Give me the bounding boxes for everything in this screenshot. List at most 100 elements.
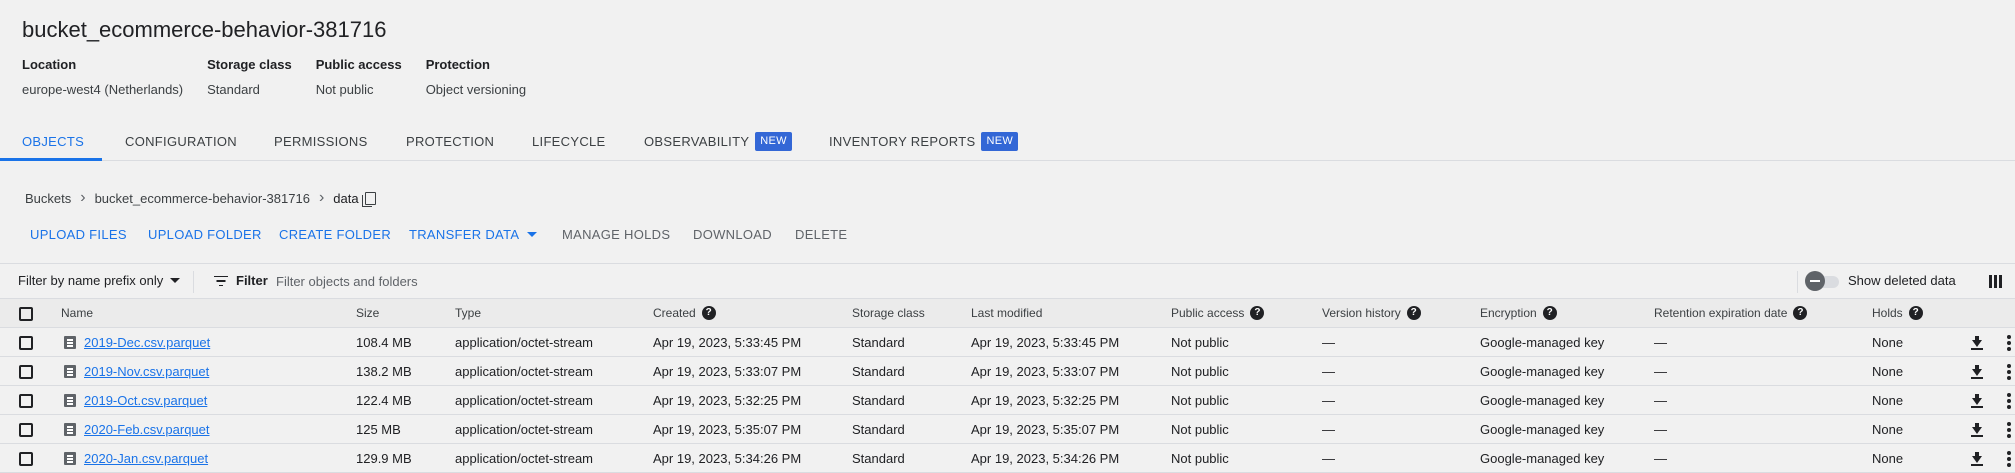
tab-configuration[interactable]: CONFIGURATION (125, 128, 237, 161)
row-checkbox[interactable] (19, 365, 33, 379)
filter-button[interactable]: Filter (214, 272, 268, 290)
manage-holds-button[interactable]: MANAGE HOLDS (562, 225, 670, 245)
table-row[interactable]: 2020-Feb.csv.parquet 125 MB application/oc… (0, 415, 2015, 444)
help-icon[interactable]: ? (1250, 305, 1265, 320)
row-checkbox[interactable] (19, 423, 33, 437)
file-icon (64, 365, 76, 378)
more-vert-icon[interactable] (2007, 364, 2011, 380)
create-folder-button[interactable]: CREATE FOLDER (279, 225, 391, 245)
help-icon[interactable]: ? (701, 305, 716, 320)
table-row[interactable]: 2019-Nov.csv.parquet 138.2 MB application/… (0, 357, 2015, 386)
more-vert-icon[interactable] (2007, 422, 2011, 438)
more-vert-icon[interactable] (2007, 393, 2011, 409)
cell-version-history: — (1322, 393, 1335, 408)
object-name-link[interactable]: 2019-Nov.csv.parquet (84, 364, 209, 379)
cell-last-modified: Apr 19, 2023, 5:34:26 PM (971, 451, 1120, 466)
breadcrumb-buckets[interactable]: Buckets (25, 191, 71, 206)
cell-storage-class: Standard (852, 335, 905, 350)
tab-lifecycle[interactable]: LIFECYCLE (532, 128, 606, 161)
tab-label: LIFECYCLE (532, 134, 606, 149)
transfer-data-button[interactable]: TRANSFER DATA (409, 225, 538, 245)
col-encryption[interactable]: Encryption? (1480, 299, 1557, 328)
chevron-right-icon: › (80, 189, 86, 206)
download-icon[interactable] (1970, 336, 1984, 350)
tab-observability[interactable]: OBSERVABILITY NEW (644, 128, 792, 161)
file-icon (64, 423, 76, 436)
col-last-modified[interactable]: Last modified (971, 299, 1042, 328)
col-retention[interactable]: Retention expiration date? (1654, 299, 1808, 328)
active-tab-indicator (0, 158, 102, 161)
download-icon[interactable] (1970, 394, 1984, 408)
more-vert-icon[interactable] (2007, 451, 2011, 467)
col-holds[interactable]: Holds? (1872, 299, 1923, 328)
col-type[interactable]: Type (455, 299, 481, 328)
breadcrumb-bucket[interactable]: bucket_ecommerce-behavior-381716 (95, 191, 310, 206)
col-label: Holds (1872, 306, 1903, 320)
col-storage-class[interactable]: Storage class (852, 299, 925, 328)
tab-objects[interactable]: OBJECTS (22, 128, 84, 161)
help-icon[interactable]: ? (1406, 305, 1421, 320)
copy-icon[interactable] (361, 191, 376, 207)
table-row[interactable]: 2020-Jan.csv.parquet 129.9 MB application/… (0, 444, 2015, 473)
cell-size: 125 MB (356, 422, 401, 437)
object-name-link[interactable]: 2020-Jan.csv.parquet (84, 451, 208, 466)
tab-permissions[interactable]: PERMISSIONS (274, 128, 368, 161)
more-vert-icon[interactable] (2007, 335, 2011, 351)
tab-protection[interactable]: PROTECTION (406, 128, 494, 161)
download-button[interactable]: DOWNLOAD (693, 225, 772, 245)
help-icon[interactable]: ? (1542, 305, 1557, 320)
help-icon[interactable]: ? (1793, 305, 1808, 320)
object-name-link[interactable]: 2020-Feb.csv.parquet (84, 422, 210, 437)
meta-storage-class: Storage class Standard (207, 55, 292, 99)
delete-button[interactable]: DELETE (795, 225, 847, 245)
cell-last-modified: Apr 19, 2023, 5:33:45 PM (971, 335, 1120, 350)
col-version-history[interactable]: Version history? (1322, 299, 1421, 328)
cell-encryption: Google-managed key (1480, 451, 1605, 466)
cell-public-access: Not public (1171, 335, 1229, 350)
col-size[interactable]: Size (356, 299, 379, 328)
upload-files-button[interactable]: UPLOAD FILES (30, 225, 127, 245)
breadcrumb-current: data (333, 190, 359, 206)
upload-folder-button[interactable]: UPLOAD FOLDER (148, 225, 262, 245)
file-icon (64, 452, 76, 465)
cell-encryption: Google-managed key (1480, 422, 1605, 437)
object-name-link[interactable]: 2019-Dec.csv.parquet (84, 335, 210, 350)
column-display-icon[interactable] (1989, 275, 2002, 288)
cell-retention: — (1654, 335, 1667, 350)
cell-type: application/octet-stream (455, 422, 594, 437)
meta-value: europe-west4 (Netherlands) (22, 82, 184, 97)
meta-location: Location europe-west4 (Netherlands) (22, 55, 183, 99)
col-created[interactable]: Created? (653, 299, 716, 328)
download-icon[interactable] (1970, 423, 1984, 437)
table-row[interactable]: 2019-Dec.csv.parquet 108.4 MB application/… (0, 328, 2015, 357)
cell-created: Apr 19, 2023, 5:33:07 PM (653, 364, 802, 379)
object-name-cell: 2020-Feb.csv.parquet (84, 415, 210, 444)
row-checkbox[interactable] (19, 336, 33, 350)
cell-type: application/octet-stream (455, 393, 594, 408)
select-all-checkbox[interactable] (19, 307, 33, 321)
row-checkbox[interactable] (19, 452, 33, 466)
object-name-link[interactable]: 2019-Oct.csv.parquet (84, 393, 207, 408)
meta-label: Public access (315, 57, 402, 72)
cell-type: application/octet-stream (455, 335, 594, 350)
tab-inventory-reports[interactable]: INVENTORY REPORTS NEW (829, 128, 1019, 161)
col-name[interactable]: Name (61, 299, 93, 328)
col-public-access[interactable]: Public access? (1171, 299, 1265, 328)
row-checkbox[interactable] (19, 394, 33, 408)
cell-created: Apr 19, 2023, 5:35:07 PM (653, 422, 802, 437)
cell-type: application/octet-stream (455, 451, 594, 466)
cell-size: 122.4 MB (356, 393, 412, 408)
tab-label: CONFIGURATION (125, 134, 237, 149)
show-deleted-label: Show deleted data (1848, 273, 1956, 288)
cell-encryption: Google-managed key (1480, 335, 1605, 350)
download-icon[interactable] (1970, 452, 1984, 466)
download-icon[interactable] (1970, 365, 1984, 379)
filter-input[interactable] (276, 272, 876, 290)
show-deleted-toggle[interactable] (1805, 271, 1839, 291)
filter-prefix-dropdown[interactable]: Filter by name prefix only (18, 272, 181, 290)
meta-label: Location (22, 57, 77, 72)
help-icon[interactable]: ? (1908, 305, 1923, 320)
tab-label: OBSERVABILITY (644, 134, 750, 149)
tab-label: OBJECTS (22, 134, 85, 149)
table-row[interactable]: 2019-Oct.csv.parquet 122.4 MB application/… (0, 386, 2015, 415)
